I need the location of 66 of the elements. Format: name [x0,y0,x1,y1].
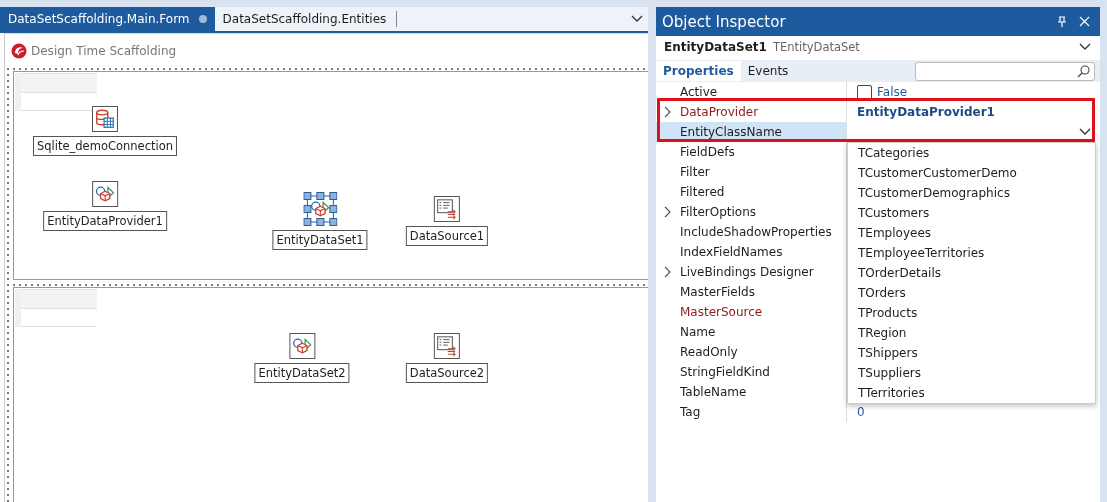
search-icon [1077,64,1090,78]
property-name: FilterOptions [680,205,757,219]
dropdown-item[interactable]: TCustomerDemographics [848,183,1095,203]
property-name: Filtered [680,185,725,199]
property-name: ReadOnly [680,345,738,359]
property-name: IndexFieldNames [680,245,783,259]
dropdown-item[interactable]: TEmployeeTerritories [848,243,1095,263]
property-name: Tag [680,405,701,419]
dropdown-item[interactable]: TSuppliers [848,363,1095,383]
dropdown-item[interactable]: TOrderDetails [848,263,1095,283]
component-label: EntityDataSet2 [254,363,350,383]
pin-icon [1057,15,1067,28]
dropdown-item[interactable]: TShippers [848,343,1095,363]
component-label: Sqlite_demoConnection [33,136,177,156]
form-caption: Design Time Scaffolding [31,44,177,58]
close-button[interactable] [1079,16,1090,27]
property-name: EntityClassName [680,125,782,139]
component-icon[interactable] [92,181,118,207]
property-name: StringFieldKind [680,365,770,379]
dropdown-item[interactable]: TCustomers [848,203,1095,223]
inspector-tab[interactable]: Events [740,61,796,81]
component-label: DataSource2 [405,363,489,383]
property-name: Active [680,85,718,99]
app-logo-icon [11,43,27,59]
dropdown-item[interactable]: TCustomerCustomerDemo [848,163,1095,183]
component-label: EntityDataProvider1 [43,211,167,231]
dropdown-item[interactable]: TCategories [848,143,1095,163]
component-selector[interactable]: EntityDataSet1 TEntityDataSet [656,36,1100,58]
dropdown-item[interactable]: TOrders [848,283,1095,303]
property-value: False [877,85,908,99]
dropdown-item[interactable]: TProducts [848,303,1095,323]
editor-tab[interactable]: DataSetScaffolding.Entities [214,7,395,31]
pin-button[interactable] [1057,15,1067,28]
component-label: DataSource1 [405,226,489,246]
component-icon[interactable] [434,196,460,222]
property-name: Name [680,325,716,339]
property-name: Filter [680,165,710,179]
component-icon[interactable] [434,333,460,359]
search-field[interactable] [915,61,1095,81]
property-name-cell[interactable]: Active [656,82,847,102]
editor-tab[interactable]: DataSetScaffolding.Main.Form [0,7,215,31]
shapes-icon [309,198,331,220]
property-name: MasterFields [680,285,755,299]
list-arrows-icon [436,198,458,220]
component-icon[interactable] [289,333,315,359]
property-name: FieldDefs [680,145,735,159]
shapes-icon [291,335,313,357]
database-icon [94,108,116,130]
property-name: MasterSource [680,305,763,319]
dropdown-item[interactable]: TRegion [848,323,1095,343]
property-name: IncludeShadowProperties [680,225,832,239]
selection-handles-drawing [303,192,337,226]
dropdown-item[interactable]: TTerritories [848,383,1095,403]
property-value: EntityDataProvider1 [857,105,995,119]
property-value: 0 [857,405,865,419]
close-icon [1079,16,1090,27]
dropdown-item[interactable]: TEmployees [848,223,1095,243]
checkbox[interactable] [857,84,872,100]
property-name: LiveBindings Designer [680,265,814,279]
property-name: TableName [680,385,747,399]
component-label: EntityDataSet1 [272,230,368,250]
component-icon[interactable] [92,106,118,132]
inspector-tab[interactable]: Properties [656,61,741,81]
list-arrows-icon [436,335,458,357]
property-name: DataProvider [680,105,759,119]
panel-title: Object Inspector [662,12,786,31]
